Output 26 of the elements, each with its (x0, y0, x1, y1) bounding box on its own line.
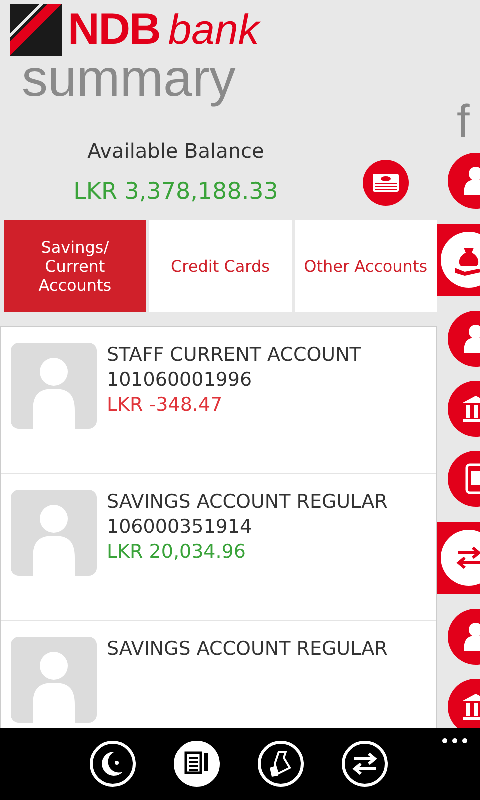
account-name[interactable]: SAVINGS ACCOUNT REGULAR (107, 490, 388, 515)
logo-mark-icon (10, 4, 62, 56)
account-tab[interactable]: Savings/ Current Accounts (4, 220, 146, 312)
avatar-icon (11, 343, 97, 429)
avatar-icon (11, 490, 97, 576)
account-balance: LKR 20,034.96 (107, 540, 247, 565)
app-bar-button[interactable] (90, 741, 136, 787)
account-balance: LKR -348.47 (107, 393, 224, 418)
cash-icon (373, 174, 399, 192)
account-number: 106000351914 (107, 515, 254, 540)
side-menu-item[interactable] (437, 522, 480, 594)
avatar-icon (11, 637, 97, 723)
section-heading: f (456, 96, 471, 146)
app-bar-button[interactable] (342, 741, 388, 787)
cash-button[interactable] (363, 160, 409, 206)
app-bar-button[interactable] (258, 741, 304, 787)
app-bar-button[interactable] (174, 741, 220, 787)
account-tab[interactable]: Credit Cards (149, 220, 292, 312)
account-tab[interactable]: Other Accounts (294, 220, 437, 312)
side-menu-item[interactable] (437, 224, 480, 296)
account-name[interactable]: SAVINGS ACCOUNT REGULAR (107, 637, 388, 662)
balance-amount: LKR 3,378,188.33 (74, 179, 278, 205)
account-name[interactable]: STAFF CURRENT ACCOUNT (107, 343, 362, 368)
more-icon[interactable] (442, 738, 468, 744)
balance-label: Available Balance (88, 139, 264, 163)
account-number: 101060001996 (107, 368, 254, 393)
